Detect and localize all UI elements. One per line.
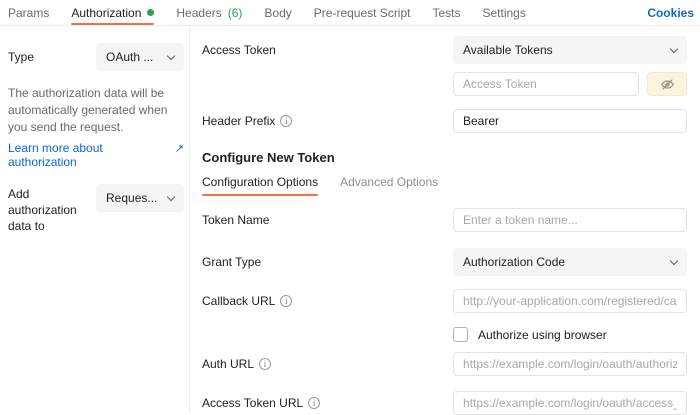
learn-more-link[interactable]: Learn more about authorization xyxy=(8,141,184,169)
tab-pre-request-script[interactable]: Pre-request Script xyxy=(314,0,411,25)
authorization-status-dot-icon xyxy=(147,9,154,16)
learn-more-link-label: Learn more about authorization xyxy=(8,141,172,169)
tab-pre-request-script-label: Pre-request Script xyxy=(314,6,411,20)
tab-headers[interactable]: Headers (6) xyxy=(176,0,242,25)
tab-params-label: Params xyxy=(8,6,49,20)
header-prefix-label-wrap: Header Prefix xyxy=(202,114,453,128)
auth-sidebar: Type OAuth ... The authorization data wi… xyxy=(0,26,190,413)
chevron-down-icon xyxy=(670,256,678,264)
headers-count-badge: (6) xyxy=(228,6,243,20)
tab-authorization[interactable]: Authorization xyxy=(71,0,154,25)
add-auth-data-value: Reques... xyxy=(106,191,157,205)
auth-url-input[interactable] xyxy=(453,352,687,376)
cookies-link[interactable]: Cookies xyxy=(647,0,694,25)
tab-advanced-options[interactable]: Advanced Options xyxy=(340,175,438,196)
authorization-panel: Type OAuth ... The authorization data wi… xyxy=(0,26,700,413)
oauth-config-form: Access Token Available Tokens xyxy=(190,26,700,413)
tab-tests-label: Tests xyxy=(432,6,460,20)
access-token-row: Access Token Available Tokens xyxy=(202,36,687,64)
callback-url-label-wrap: Callback URL xyxy=(202,294,453,308)
access-token-url-label-wrap: Access Token URL xyxy=(202,396,453,410)
auth-type-label: Type xyxy=(8,50,34,64)
callback-url-input[interactable] xyxy=(453,289,687,313)
grant-type-row: Grant Type Authorization Code xyxy=(202,248,687,276)
tab-headers-label: Headers xyxy=(176,6,221,20)
available-tokens-dropdown[interactable]: Available Tokens xyxy=(453,36,687,64)
external-link-icon xyxy=(175,141,184,169)
header-prefix-label: Header Prefix xyxy=(202,114,275,128)
header-prefix-input[interactable] xyxy=(453,109,687,133)
auth-type-dropdown[interactable]: OAuth ... xyxy=(96,43,184,71)
header-prefix-row: Header Prefix xyxy=(202,109,687,133)
chevron-down-icon xyxy=(167,192,175,200)
tab-body-label: Body xyxy=(264,6,291,20)
access-token-input-row xyxy=(202,72,687,96)
grant-type-value: Authorization Code xyxy=(463,255,565,269)
available-tokens-value: Available Tokens xyxy=(463,43,553,57)
access-token-url-label: Access Token URL xyxy=(202,396,303,410)
tab-settings-label: Settings xyxy=(483,6,526,20)
auth-url-row: Auth URL xyxy=(202,352,687,376)
configure-new-token-title: Configure New Token xyxy=(202,150,687,165)
tab-authorization-label: Authorization xyxy=(71,6,141,20)
auth-description-text: The authorization data will be automatic… xyxy=(8,85,184,136)
info-icon[interactable] xyxy=(259,358,271,370)
callback-url-label: Callback URL xyxy=(202,294,275,308)
eye-off-icon xyxy=(660,77,675,92)
authorize-browser-row: Authorize using browser xyxy=(202,327,687,342)
chevron-down-icon xyxy=(167,51,175,59)
auth-type-row: Type OAuth ... xyxy=(8,43,184,71)
access-token-url-row: Access Token URL xyxy=(202,391,687,415)
info-icon[interactable] xyxy=(280,115,292,127)
info-icon[interactable] xyxy=(280,295,292,307)
tab-tests[interactable]: Tests xyxy=(432,0,460,25)
token-config-tabs: Configuration Options Advanced Options xyxy=(202,175,687,196)
add-auth-data-dropdown[interactable]: Reques... xyxy=(96,184,184,212)
tab-settings[interactable]: Settings xyxy=(483,0,526,25)
token-name-label: Token Name xyxy=(202,213,453,227)
access-token-label: Access Token xyxy=(202,43,453,57)
auth-url-label-wrap: Auth URL xyxy=(202,357,453,371)
toggle-token-visibility-button[interactable] xyxy=(647,72,687,96)
tab-body[interactable]: Body xyxy=(264,0,291,25)
grant-type-label: Grant Type xyxy=(202,255,453,269)
add-auth-data-label: Add authorization data to xyxy=(8,184,88,234)
access-token-input[interactable] xyxy=(453,72,639,96)
authorize-browser-checkbox[interactable] xyxy=(453,327,468,342)
auth-url-label: Auth URL xyxy=(202,357,254,371)
access-token-url-input[interactable] xyxy=(453,391,687,415)
token-name-input[interactable] xyxy=(453,208,687,232)
request-tabbar: Params Authorization Headers (6) Body Pr… xyxy=(0,0,700,26)
authorize-browser-label: Authorize using browser xyxy=(478,328,607,342)
info-icon[interactable] xyxy=(308,397,320,409)
tab-params[interactable]: Params xyxy=(8,0,49,25)
auth-type-value: OAuth ... xyxy=(106,50,153,64)
grant-type-dropdown[interactable]: Authorization Code xyxy=(453,248,687,276)
add-auth-data-row: Add authorization data to Reques... xyxy=(8,184,184,234)
callback-url-row: Callback URL xyxy=(202,289,687,313)
token-name-row: Token Name xyxy=(202,208,687,232)
tab-configuration-options[interactable]: Configuration Options xyxy=(202,175,318,196)
chevron-down-icon xyxy=(670,44,678,52)
